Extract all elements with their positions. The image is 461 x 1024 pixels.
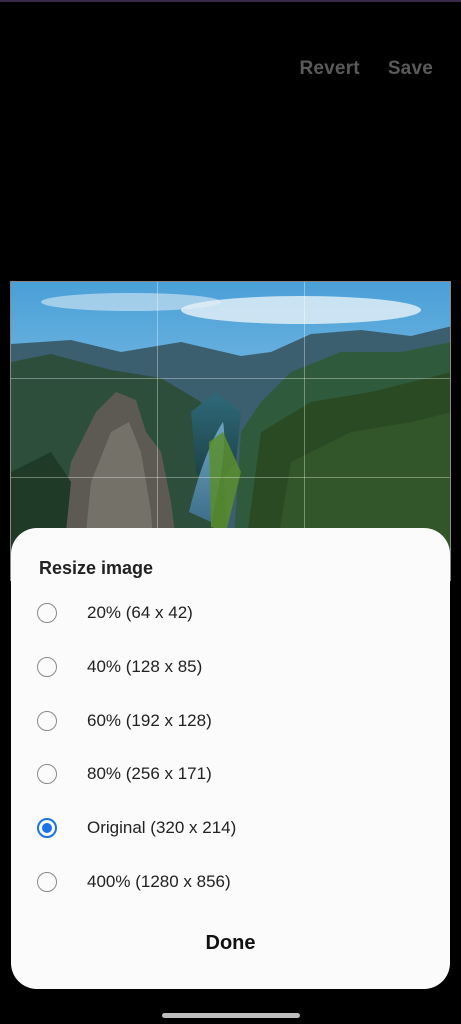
option-60-percent[interactable]: 60% (192 x 128) bbox=[37, 701, 427, 741]
radio-button[interactable] bbox=[37, 764, 57, 784]
option-label: 80% (256 x 171) bbox=[87, 764, 212, 783]
radio-button[interactable] bbox=[37, 603, 57, 623]
radio-button[interactable] bbox=[37, 872, 57, 892]
dialog-title: Resize image bbox=[39, 558, 154, 578]
save-button[interactable]: Save bbox=[388, 58, 433, 80]
option-label: 60% (192 x 128) bbox=[87, 711, 212, 730]
top-actions: Revert Save bbox=[299, 58, 433, 80]
revert-button[interactable]: Revert bbox=[299, 58, 359, 80]
resize-image-dialog: Resize image 20% (64 x 42) 40% (128 x 85… bbox=[11, 528, 450, 989]
option-80-percent[interactable]: 80% (256 x 171) bbox=[37, 754, 427, 794]
option-original[interactable]: Original (320 x 214) bbox=[37, 808, 427, 848]
option-20-percent[interactable]: 20% (64 x 42) bbox=[37, 593, 427, 633]
option-400-percent[interactable]: 400% (1280 x 856) bbox=[37, 862, 427, 902]
radio-button-selected[interactable] bbox=[37, 818, 57, 838]
crop-grid-line bbox=[11, 477, 450, 478]
radio-button[interactable] bbox=[37, 711, 57, 731]
option-label: Original (320 x 214) bbox=[87, 818, 237, 837]
done-button[interactable]: Done bbox=[11, 932, 450, 955]
option-label: 20% (64 x 42) bbox=[87, 603, 193, 622]
screen: Revert Save Resize image 20% (64 x 42) 4… bbox=[0, 0, 461, 1024]
status-edge bbox=[0, 0, 461, 2]
home-indicator[interactable] bbox=[162, 1013, 300, 1018]
option-label: 40% (128 x 85) bbox=[87, 657, 203, 676]
option-label: 400% (1280 x 856) bbox=[87, 872, 231, 891]
crop-grid-line bbox=[11, 378, 450, 379]
option-40-percent[interactable]: 40% (128 x 85) bbox=[37, 647, 427, 687]
radio-button[interactable] bbox=[37, 657, 57, 677]
